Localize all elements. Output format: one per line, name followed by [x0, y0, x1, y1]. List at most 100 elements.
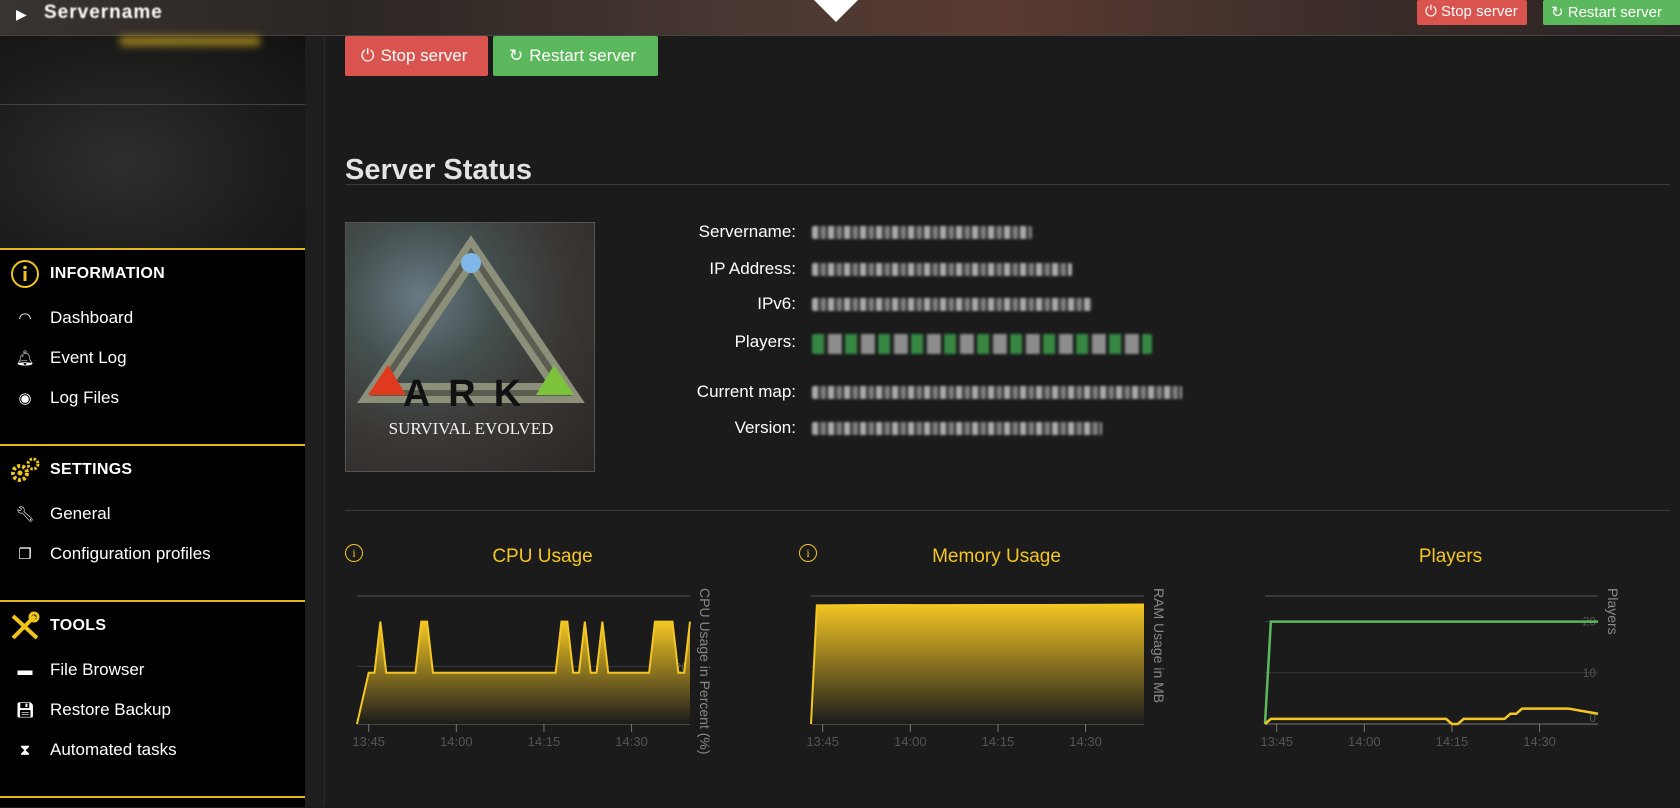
- page-title: Server Status: [345, 154, 532, 186]
- x-tick-label: 13:45: [352, 734, 385, 749]
- sidebar-item-label: Configuration profiles: [50, 544, 211, 563]
- sidebar-section-information: INFORMATION ◠ Dashboard 🔔︎ Event Log ◉ L…: [0, 248, 305, 418]
- restart-server-button[interactable]: ↻ Restart server: [493, 36, 658, 76]
- stop-server-button[interactable]: ⏻ Stop server: [345, 36, 488, 76]
- top-bar: ▶ Servername ⏻ Stop server ↻ Restart ser…: [0, 0, 1680, 36]
- info-label: Current map:: [696, 382, 796, 401]
- eye-icon: ◉: [18, 390, 32, 407]
- info-icon: [0, 259, 50, 289]
- expand-arrow-icon[interactable]: ▶: [16, 6, 27, 23]
- redacted-value: [812, 226, 1032, 239]
- sidebar-item-label: Dashboard: [50, 308, 134, 327]
- x-tick-label: 14:30: [1523, 734, 1556, 749]
- refresh-icon: ↻: [1551, 4, 1564, 21]
- players-chart-plot: 13:45 14:00 14:15 14:3001020 Players: [1260, 588, 1621, 749]
- x-tick-label: 14:15: [982, 734, 1015, 749]
- folder-icon: ▬: [17, 661, 33, 679]
- stop-server-label: Stop server: [380, 46, 468, 65]
- x-tick-label: 14:15: [1436, 734, 1469, 749]
- info-row-current-map: Current map:: [616, 382, 1182, 406]
- x-tick-label: 14:30: [615, 734, 648, 749]
- section-title: SETTINGS: [50, 461, 133, 478]
- section-header-information: INFORMATION: [0, 250, 305, 298]
- dashboard-icon: ◠: [18, 310, 32, 327]
- redacted-value: [812, 298, 1092, 311]
- sidebar-section-tools: TOOLS ▬ File Browser 💾︎ Restore Backup ⧗…: [0, 600, 305, 770]
- cpu-chart: i CPU Usage 13:4514:0014:1514:30020CPU U…: [345, 536, 740, 796]
- info-row-version: Version:: [616, 418, 1102, 442]
- info-row-ip-address: IP Address:: [616, 259, 1076, 283]
- info-row-ipv6: IPv6:: [616, 294, 1092, 318]
- redacted-value: [812, 386, 1182, 399]
- main-content: ⏻ Stop server ↻ Restart server Server St…: [326, 36, 1680, 807]
- wrench-icon: 🔧︎: [15, 506, 35, 523]
- power-icon: ⏻: [1425, 3, 1437, 20]
- chart-title: CPU Usage: [492, 546, 593, 567]
- topbar-stop-button[interactable]: ⏻ Stop server: [1417, 0, 1527, 25]
- cpu-chart-plot: 13:4514:0014:1514:30020CPU Usage in Perc…: [352, 588, 713, 755]
- section-title: TOOLS: [50, 617, 107, 634]
- hero-divider: [0, 104, 305, 105]
- x-tick-label: 13:45: [806, 734, 839, 749]
- sidebar: INFORMATION ◠ Dashboard 🔔︎ Event Log ◉ L…: [0, 36, 305, 807]
- bell-icon: 🔔︎: [15, 350, 35, 367]
- topbar-restart-label: Restart server: [1567, 4, 1662, 21]
- info-label: IPv6:: [757, 294, 796, 313]
- y-axis-label: RAM Usage in MB: [1151, 588, 1167, 703]
- info-row-players: Players:: [616, 332, 1152, 356]
- players-chart: Players 13:45 14:00 14:15 14:30 0 10 20 Players: [1253, 536, 1648, 796]
- hero-glow: [120, 36, 260, 46]
- info-row-servername: Servername:: [616, 222, 1076, 246]
- x-tick-label: 14:00: [1348, 734, 1381, 749]
- info-label: Players:: [734, 332, 796, 351]
- info-label: IP Address:: [709, 259, 796, 278]
- sidebar-item-label: Restore Backup: [50, 700, 171, 719]
- x-tick-label: 13:45: [1260, 734, 1293, 749]
- sidebar-item-dashboard[interactable]: ◠ Dashboard: [0, 298, 305, 338]
- tools-icon: [0, 610, 50, 642]
- y-axis-label: CPU Usage in Percent (%): [697, 588, 713, 755]
- cover-subtitle: SURVIVAL EVOLVED: [388, 419, 554, 438]
- sidebar-item-label: Automated tasks: [50, 740, 177, 759]
- x-tick-label: 14:30: [1069, 734, 1102, 749]
- copy-icon: ❐: [18, 546, 32, 563]
- section-header-settings: SETTINGS: [0, 446, 305, 494]
- sidebar-item-label: File Browser: [50, 660, 145, 679]
- memory-chart: i Memory Usage 13:4514:0014:1514:300k2kR…: [799, 536, 1194, 796]
- sidebar-item-general[interactable]: 🔧︎ General: [0, 494, 305, 534]
- y-axis-label: Players: [1605, 588, 1621, 635]
- chart-title: Players: [1418, 546, 1483, 567]
- refresh-icon: ↻: [509, 46, 524, 65]
- area-fill: [811, 604, 1144, 724]
- restart-server-label: Restart server: [529, 46, 636, 65]
- title-divider: [345, 184, 1670, 185]
- sidebar-item-event-log[interactable]: 🔔︎ Event Log: [0, 338, 305, 378]
- gears-icon: [0, 456, 50, 484]
- sidebar-section-settings: SETTINGS 🔧︎ General ❐ Configuration prof…: [0, 444, 305, 574]
- save-icon: 💾︎: [15, 702, 35, 719]
- section-title: INFORMATION: [50, 265, 165, 282]
- memory-chart-plot: 13:4514:0014:1514:300k2kRAM Usage in MB: [806, 588, 1167, 749]
- info-label: Version:: [734, 418, 796, 437]
- sidebar-hero-image: [0, 36, 305, 248]
- menu-caret-icon[interactable]: [810, 0, 862, 22]
- sidebar-item-log-files[interactable]: ◉ Log Files: [0, 378, 305, 418]
- sidebar-item-label: Event Log: [50, 348, 127, 367]
- redacted-value: [812, 334, 1152, 354]
- sidebar-item-automated-tasks[interactable]: ⧗ Automated tasks: [0, 730, 305, 770]
- cover-ark-text: ARK: [402, 373, 540, 415]
- sidebar-item-file-browser[interactable]: ▬ File Browser: [0, 650, 305, 690]
- sidebar-item-label: Log Files: [50, 388, 119, 407]
- game-cover-image: ARK SURVIVAL EVOLVED: [345, 222, 595, 472]
- redacted-value: [812, 422, 1102, 435]
- sidebar-item-restore-backup[interactable]: 💾︎ Restore Backup: [0, 690, 305, 730]
- x-tick-label: 14:00: [440, 734, 473, 749]
- topbar-restart-button[interactable]: ↻ Restart server: [1543, 0, 1680, 25]
- y-tick-label: 10: [1583, 666, 1597, 680]
- topbar-server-name: Servername: [44, 2, 163, 23]
- info-label: Servername:: [698, 222, 796, 241]
- x-tick-label: 14:00: [894, 734, 927, 749]
- sidebar-item-configuration-profiles[interactable]: ❐ Configuration profiles: [0, 534, 305, 574]
- hourglass-icon: ⧗: [19, 741, 31, 759]
- series-line-1: [1264, 707, 1599, 726]
